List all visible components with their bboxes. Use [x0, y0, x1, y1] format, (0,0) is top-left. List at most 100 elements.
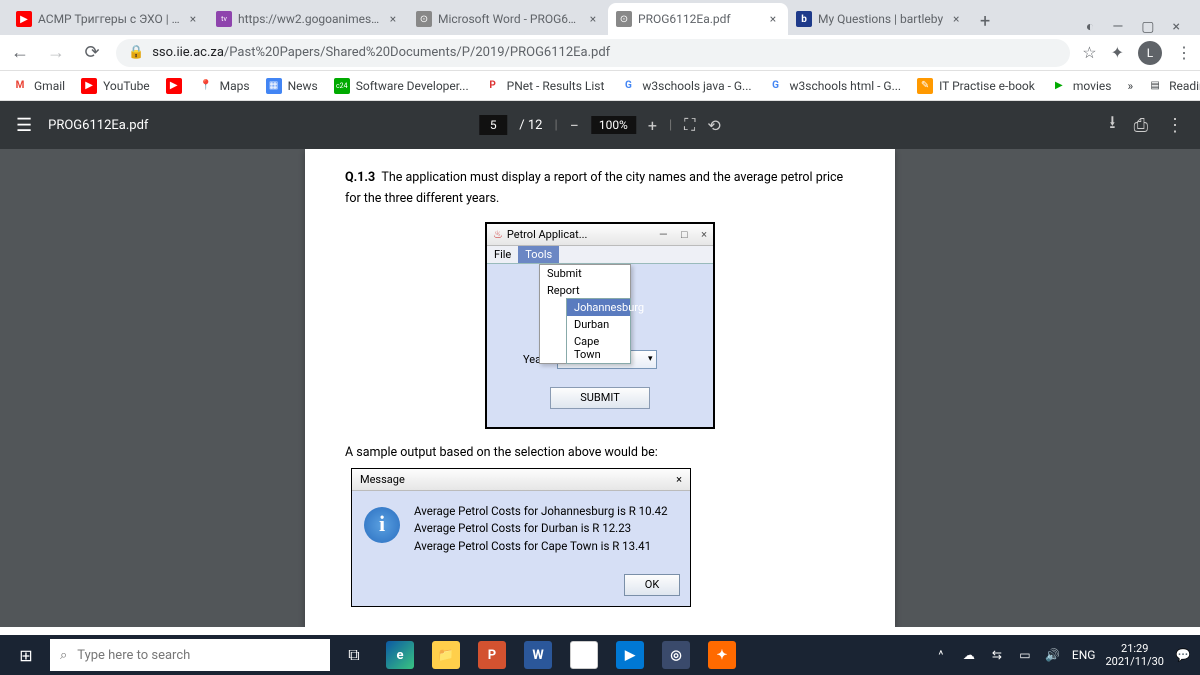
bookmark-itpractise[interactable]: ✎IT Practise e-book: [917, 78, 1035, 94]
tray-chevron-icon[interactable]: ^: [932, 646, 950, 664]
info-icon: i: [364, 507, 400, 543]
pdf-title: PROG6112Ea.pdf: [48, 118, 148, 133]
city-capetown[interactable]: Cape Town: [567, 333, 630, 363]
close-icon[interactable]: ×: [386, 12, 400, 26]
chrome-icon: ⊙: [416, 11, 432, 27]
submit-button[interactable]: SUBMIT: [550, 387, 650, 409]
java-icon: ♨: [493, 228, 503, 241]
powerpoint-icon[interactable]: P: [470, 635, 514, 675]
bookmarks-bar: MGmail ▶YouTube ▶ 📍Maps ▦News c24Softwar…: [0, 71, 1200, 101]
taskbar-search[interactable]: ⌕Type here to search: [50, 639, 330, 671]
bookmark-w3java[interactable]: Gw3schools java - G...: [620, 78, 751, 94]
lock-icon: 🔒: [128, 45, 144, 60]
app-icon[interactable]: ◎: [654, 635, 698, 675]
maximize-icon[interactable]: ▢: [1141, 19, 1154, 35]
bookmark-movies[interactable]: ▶movies: [1051, 78, 1112, 94]
battery-icon[interactable]: ▭: [1016, 646, 1034, 664]
close-icon[interactable]: ×: [766, 12, 780, 26]
message-text: Average Petrol Costs for Johannesburg is…: [414, 503, 668, 556]
language-indicator[interactable]: ENG: [1072, 648, 1096, 662]
zoom-in-button[interactable]: +: [648, 116, 657, 135]
forward-button[interactable]: →: [44, 41, 68, 65]
reading-list-button[interactable]: ▤Reading list: [1147, 78, 1200, 94]
wifi-icon[interactable]: ⇆: [988, 646, 1006, 664]
chrome-icon: ⊙: [616, 11, 632, 27]
tab-3[interactable]: ⊙PROG6112Ea.pdf×: [608, 3, 788, 35]
page-total: / 12: [519, 118, 542, 133]
close-icon[interactable]: ×: [949, 12, 963, 26]
city-johannesburg[interactable]: Johannesburg: [567, 299, 630, 316]
bookmark-yt2[interactable]: ▶: [166, 78, 182, 94]
bookmark-w3html[interactable]: Gw3schools html - G...: [768, 78, 902, 94]
tab-1[interactable]: tvhttps://ww2.gogoanimes.org×: [208, 3, 408, 35]
close-icon[interactable]: ×: [586, 12, 600, 26]
fit-page-icon[interactable]: ⛶: [684, 115, 695, 135]
clock[interactable]: 21:292021/11/30: [1105, 642, 1164, 668]
system-tray: ^ ☁ ⇆ ▭ 🔊 ENG 21:292021/11/30 💬: [932, 642, 1196, 668]
explorer-icon[interactable]: 📁: [424, 635, 468, 675]
bartleby-icon: b: [796, 11, 812, 27]
word-icon[interactable]: W: [516, 635, 560, 675]
minimize-icon[interactable]: —: [1112, 19, 1123, 35]
zoom-level[interactable]: 100%: [591, 116, 636, 134]
hamburger-icon[interactable]: ☰: [16, 115, 32, 136]
tab-2[interactable]: ⊙Microsoft Word - PROG6112×: [408, 3, 608, 35]
close-window-icon[interactable]: ×: [1173, 19, 1180, 35]
dropdown-report[interactable]: Report: [540, 282, 630, 299]
new-tab-button[interactable]: +: [971, 7, 999, 35]
pdf-viewport[interactable]: Q.1.3 The application must display a rep…: [0, 149, 1200, 627]
windows-taskbar: ⊞ ⌕Type here to search ⧉ e 📁 P W ◉ ▶ ◎ ✦…: [0, 635, 1200, 675]
sample-text: A sample output based on the selection a…: [345, 445, 855, 460]
rotate-icon[interactable]: ⟲: [707, 116, 720, 135]
start-button[interactable]: ⊞: [4, 635, 48, 675]
movies-icon[interactable]: ▶: [608, 635, 652, 675]
dialog-title: Message: [360, 473, 405, 486]
bookmark-gmail[interactable]: MGmail: [12, 78, 65, 94]
city-durban[interactable]: Durban: [567, 316, 630, 333]
zoom-out-button[interactable]: −: [570, 116, 579, 135]
tab-4[interactable]: bMy Questions | bartleby×: [788, 3, 971, 35]
minimize-icon[interactable]: —: [659, 228, 668, 241]
chrome-icon[interactable]: ◉: [562, 635, 606, 675]
menu-tools[interactable]: Tools: [518, 246, 559, 263]
profile-avatar[interactable]: L: [1138, 41, 1162, 65]
onedrive-icon[interactable]: ☁: [960, 646, 978, 664]
address-bar: ← → ⟳ 🔒 sso.iie.ac.za/Past%20Papers/Shar…: [0, 35, 1200, 71]
menu-icon[interactable]: ⋮: [1176, 43, 1192, 62]
close-icon[interactable]: ×: [701, 228, 707, 241]
back-button[interactable]: ←: [8, 41, 32, 65]
task-view-button[interactable]: ⧉: [332, 635, 376, 675]
more-icon[interactable]: ⋮: [1166, 115, 1184, 136]
notifications-icon[interactable]: 💬: [1174, 646, 1192, 664]
site-icon: tv: [216, 11, 232, 27]
bookmark-softwaredev[interactable]: c24Software Developer...: [334, 78, 469, 94]
overflow-icon[interactable]: »: [1127, 79, 1133, 93]
maximize-icon[interactable]: □: [681, 228, 688, 241]
message-dialog: Message × i Average Petrol Costs for Joh…: [351, 468, 691, 607]
app-icon-2[interactable]: ✦: [700, 635, 744, 675]
menu-file[interactable]: File: [487, 246, 518, 263]
page-input[interactable]: [479, 115, 507, 135]
youtube-icon: ▶: [16, 11, 32, 27]
volume-icon[interactable]: 🔊: [1044, 646, 1062, 664]
extension-icon[interactable]: ✦: [1111, 43, 1124, 62]
browser-tabstrip: ▶АСМР Триггеры с ЭХО | Гип× tvhttps://ww…: [0, 0, 1200, 35]
bookmark-pnet[interactable]: PPNet - Results List: [485, 78, 605, 94]
search-icon: ⌕: [60, 648, 67, 663]
star-icon[interactable]: ☆: [1082, 43, 1096, 62]
ok-button[interactable]: OK: [624, 574, 680, 596]
bookmark-news[interactable]: ▦News: [266, 78, 318, 94]
url-input[interactable]: 🔒 sso.iie.ac.za/Past%20Papers/Shared%20D…: [116, 39, 1070, 67]
tab-0[interactable]: ▶АСМР Триггеры с ЭХО | Гип×: [8, 3, 208, 35]
sync-icon[interactable]: ◐: [1086, 18, 1094, 35]
reload-button[interactable]: ⟳: [80, 41, 104, 65]
close-icon[interactable]: ×: [676, 473, 682, 486]
edge-icon[interactable]: e: [378, 635, 422, 675]
close-icon[interactable]: ×: [186, 12, 200, 26]
download-icon[interactable]: ⭳: [1109, 110, 1115, 140]
bookmark-maps[interactable]: 📍Maps: [198, 78, 250, 94]
dropdown-submit[interactable]: Submit: [540, 265, 630, 282]
bookmark-youtube[interactable]: ▶YouTube: [81, 78, 150, 94]
app-titlebar: ♨ Petrol Applicat... — □ ×: [487, 224, 713, 246]
print-icon[interactable]: ⎙: [1134, 115, 1148, 136]
